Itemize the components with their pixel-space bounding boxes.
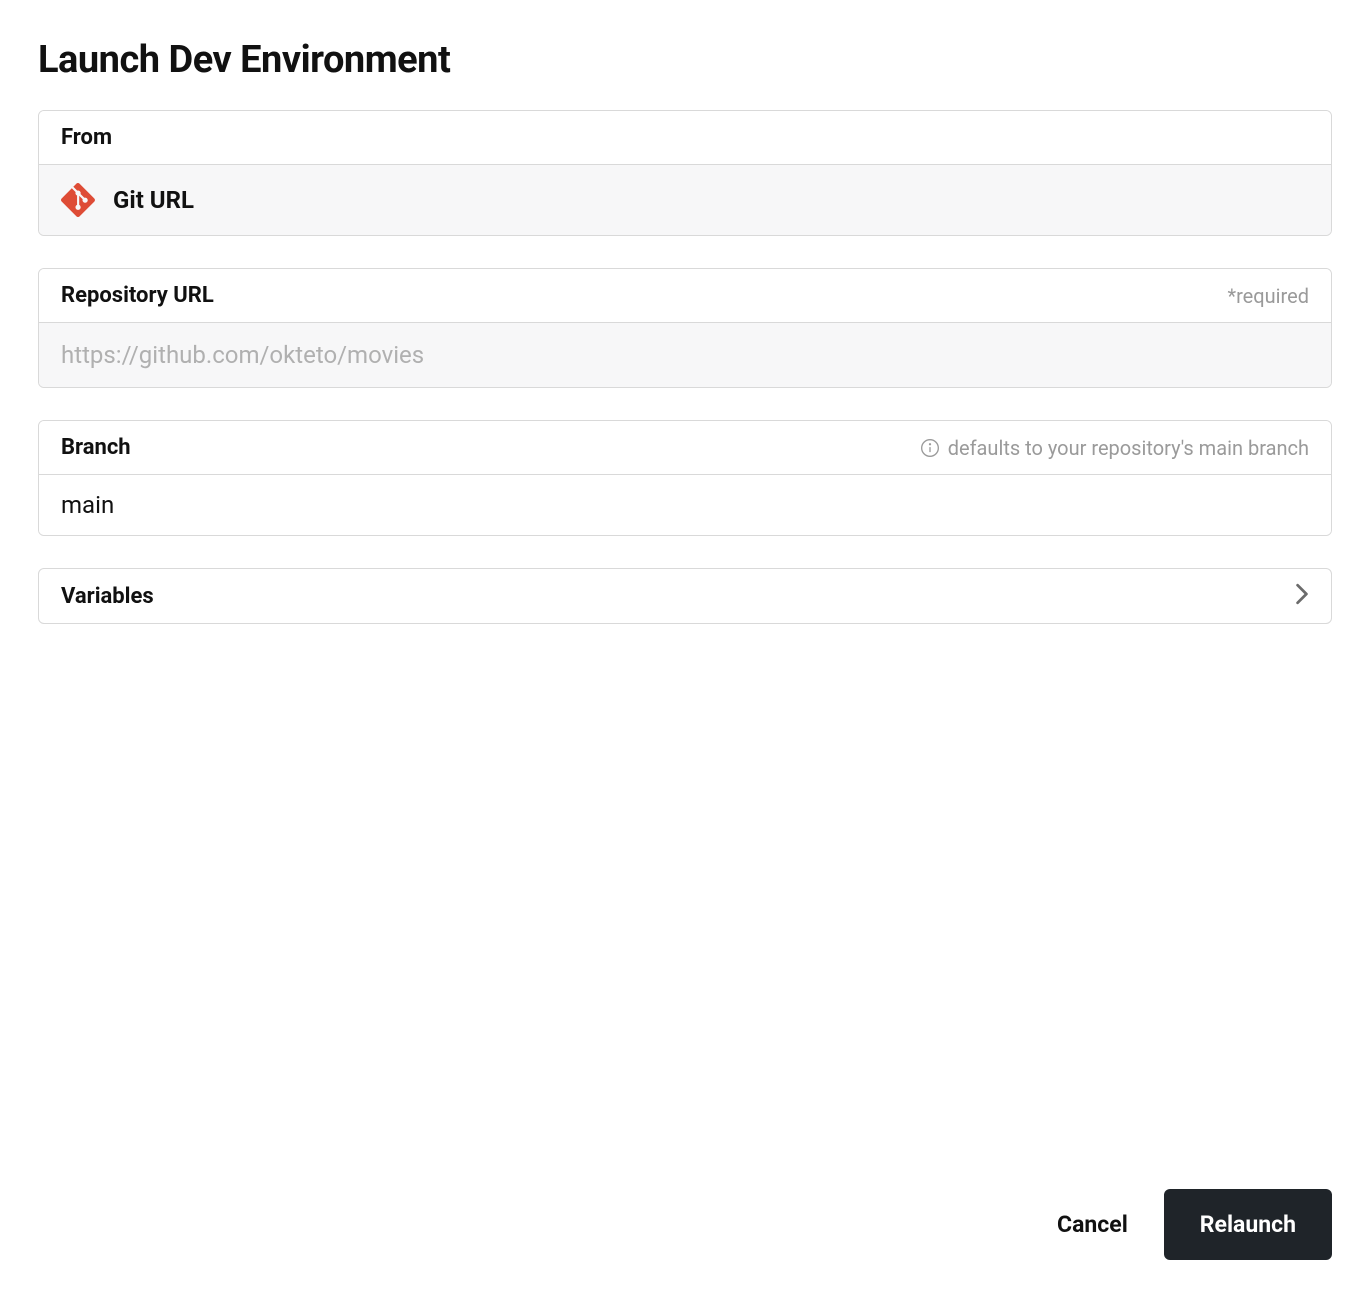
repository-url-input[interactable]: [61, 341, 1309, 369]
info-icon: [920, 438, 940, 458]
from-label: From: [61, 125, 112, 150]
relaunch-button[interactable]: Relaunch: [1164, 1189, 1332, 1260]
repository-hint: *required: [1227, 284, 1309, 308]
branch-hint-wrapper: defaults to your repository's main branc…: [920, 436, 1309, 460]
branch-hint: defaults to your repository's main branc…: [948, 436, 1309, 460]
from-section: From Git URL: [38, 110, 1332, 236]
branch-label: Branch: [61, 435, 131, 460]
repository-body: [39, 323, 1331, 387]
branch-section: Branch defaults to your repository's mai…: [38, 420, 1332, 536]
from-header: From: [39, 111, 1331, 165]
repository-header: Repository URL *required: [39, 269, 1331, 323]
from-source-label: Git URL: [113, 186, 194, 214]
footer-actions: Cancel Relaunch: [1057, 1189, 1332, 1260]
branch-input[interactable]: [61, 491, 1309, 519]
branch-header: Branch defaults to your repository's mai…: [39, 421, 1331, 475]
repository-label: Repository URL: [61, 283, 214, 308]
from-source-row[interactable]: Git URL: [39, 165, 1331, 235]
chevron-right-icon: [1295, 583, 1309, 609]
repository-section: Repository URL *required: [38, 268, 1332, 388]
branch-body: [39, 475, 1331, 535]
git-icon: [61, 183, 95, 217]
page-title: Launch Dev Environment: [38, 38, 1332, 82]
variables-section[interactable]: Variables: [38, 568, 1332, 624]
variables-label: Variables: [61, 584, 154, 609]
cancel-button[interactable]: Cancel: [1057, 1211, 1128, 1238]
